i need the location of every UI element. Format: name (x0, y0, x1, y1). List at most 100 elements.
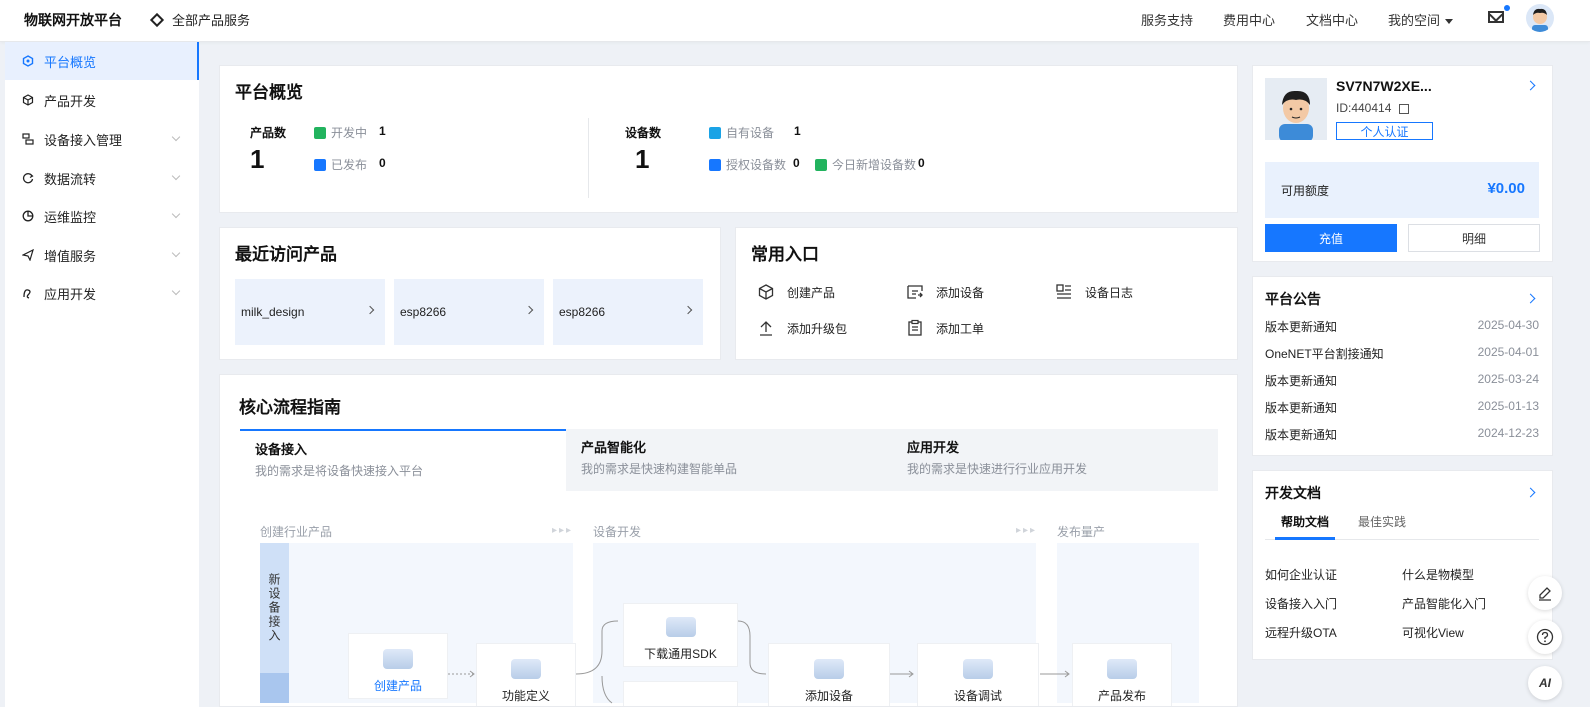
tab-app-dev[interactable]: 应用开发 我的需求是快速进行行业应用开发 (892, 429, 1218, 491)
sidebar-item-product-dev[interactable]: 产品开发 (5, 81, 199, 119)
chevron-right-icon (365, 305, 375, 315)
add-upgrade-package-shortcut[interactable]: 添加升级包 (757, 319, 847, 337)
doc-link[interactable]: 可视化View (1402, 624, 1464, 641)
personal-verify-button[interactable]: 个人认证 (1336, 122, 1433, 140)
doc-link[interactable]: 远程升级OTA (1265, 624, 1337, 641)
new-today-label: 今日新增设备数 (815, 156, 916, 173)
edit-icon (1539, 587, 1551, 601)
sidebar-item-app-dev[interactable]: 应用开发 (5, 274, 199, 312)
sidebar-item-overview[interactable]: 平台概览 (5, 42, 199, 80)
flow-node-device-debug[interactable]: 设备调试 (917, 643, 1039, 706)
chevron-right-icon[interactable] (1525, 487, 1536, 498)
own-devices-label: 自有设备 (709, 124, 774, 141)
flow-node-create-product[interactable]: 创建产品 (348, 633, 448, 699)
service-support-link[interactable]: 服务支持 (1141, 10, 1193, 29)
auth-devices-label: 授权设备数 (709, 156, 786, 173)
developing-label: 开发中 (314, 124, 367, 141)
notification-dot (1504, 5, 1510, 11)
chevron-down-icon (171, 171, 181, 181)
tab-best-practice[interactable]: 最佳实践 (1358, 513, 1406, 530)
notice-item[interactable]: OneNET平台割接通知 2025-04-01 (1265, 345, 1539, 362)
sidebar-item-device-access[interactable]: 设备接入管理 (5, 120, 199, 158)
developing-icon (314, 126, 326, 139)
overview-card: 平台概览 产品数 1 开发中 1 已发布 0 设备数 1 自有设备 1 授权设备… (219, 65, 1238, 213)
flow-node-function-define[interactable]: 功能定义 (476, 643, 576, 706)
cube-icon (1107, 659, 1137, 679)
sidebar-item-value-added[interactable]: 增值服务 (5, 236, 199, 274)
all-products-menu[interactable]: 全部产品服务 (149, 10, 251, 29)
doc-link[interactable]: 什么是物模型 (1402, 566, 1474, 583)
tab-device-access[interactable]: 设备接入 我的需求是将设备快速接入平台 (240, 429, 566, 491)
sidebar-item-label: 应用开发 (44, 286, 97, 302)
published-value: 0 (379, 156, 386, 170)
flow-node-add-device[interactable]: 添加设备 (768, 643, 890, 706)
my-space-menu[interactable]: 我的空间 (1388, 10, 1454, 29)
core-flow-tabs: 设备接入 我的需求是将设备快速接入平台 产品智能化 我的需求是快速构建智能单品 … (240, 429, 1218, 491)
user-id: ID:440414 (1336, 101, 1409, 115)
sidebar-item-label: 平台概览 (44, 54, 97, 70)
balance-panel: 可用额度 ¥0.00 (1265, 162, 1539, 218)
chevron-down-icon (171, 209, 181, 219)
flow-node-partial[interactable] (623, 681, 738, 706)
chevron-right-icon (683, 305, 693, 315)
flow-icon (22, 173, 34, 184)
device-count-label: 设备数 (625, 126, 662, 140)
sidebar-item-label: 数据流转 (44, 171, 97, 187)
own-devices-value: 1 (794, 124, 801, 138)
recent-product-item[interactable]: milk_design (235, 279, 385, 345)
sidebar-item-label: 产品开发 (44, 93, 97, 109)
copy-icon[interactable] (1398, 103, 1409, 114)
flow-node-product-publish[interactable]: 产品发布 (1072, 643, 1172, 706)
cube-icon (963, 659, 993, 679)
billing-center-link[interactable]: 费用中心 (1223, 10, 1275, 29)
edit-float-button[interactable] (1528, 576, 1562, 610)
create-product-shortcut[interactable]: 创建产品 (757, 283, 835, 301)
doc-link[interactable]: 设备接入入门 (1265, 595, 1337, 612)
detail-button[interactable]: 明细 (1408, 224, 1540, 252)
brand-title[interactable]: 物联网开放平台 (24, 10, 122, 30)
user-avatar[interactable] (1526, 4, 1554, 32)
sidebar-item-label: 设备接入管理 (44, 132, 123, 148)
sdk-icon (665, 617, 696, 637)
sidebar: 平台概览 产品开发 设备接入管理 数据流转 运维监控 增值服务 应用开发 (5, 42, 199, 707)
my-space-label: 我的空间 (1388, 13, 1441, 28)
ai-float-button[interactable]: AI (1528, 666, 1562, 700)
tab-help-docs[interactable]: 帮助文档 (1281, 513, 1329, 530)
sidebar-item-monitoring[interactable]: 运维监控 (5, 197, 199, 235)
all-products-label: 全部产品服务 (172, 13, 251, 28)
chevron-right-icon[interactable] (1525, 293, 1536, 304)
account-card: SV7N7W2XE... ID:440414 个人认证 可用额度 ¥0.00 充… (1252, 65, 1553, 262)
tab-indicator (1275, 537, 1335, 540)
doc-link[interactable]: 产品智能化入门 (1402, 595, 1486, 612)
overview-title: 平台概览 (235, 83, 303, 102)
flow-node-download-sdk[interactable]: 下载通用SDK (623, 603, 738, 667)
product-count-label: 产品数 (250, 126, 287, 140)
notice-item[interactable]: 版本更新通知 2025-01-13 (1265, 399, 1539, 416)
docs-center-link[interactable]: 文档中心 (1306, 10, 1358, 29)
core-flow-title: 核心流程指南 (239, 398, 341, 417)
shortcuts-title: 常用入口 (751, 245, 819, 264)
notice-item[interactable]: 版本更新通知 2025-04-30 (1265, 318, 1539, 335)
sidebar-item-data-flow[interactable]: 数据流转 (5, 159, 199, 197)
notice-item[interactable]: 版本更新通知 2025-03-24 (1265, 372, 1539, 389)
diamond-icon (149, 12, 165, 27)
recharge-button[interactable]: 充值 (1265, 224, 1397, 252)
doc-link[interactable]: 如何企业认证 (1265, 566, 1337, 583)
cube-icon (383, 649, 413, 669)
hexagon-icon (22, 55, 34, 67)
notice-item[interactable]: 版本更新通知 2024-12-23 (1265, 426, 1539, 443)
add-device-shortcut[interactable]: 添加设备 (906, 283, 984, 301)
own-devices-icon (709, 126, 721, 139)
ai-label: AI (1539, 676, 1551, 690)
add-ticket-shortcut[interactable]: 添加工单 (906, 319, 984, 337)
tab-product-smart[interactable]: 产品智能化 我的需求是快速构建智能单品 (566, 429, 892, 491)
mail-icon[interactable] (1488, 11, 1504, 23)
recent-products-title: 最近访问产品 (235, 245, 337, 264)
recent-product-item[interactable]: esp8266 (553, 279, 703, 345)
docs-card: 开发文档 帮助文档 最佳实践 如何企业认证 什么是物模型 设备接入入门 产品智能… (1252, 470, 1553, 660)
recent-product-item[interactable]: esp8266 (394, 279, 544, 345)
chevron-right-icon[interactable] (1525, 80, 1536, 91)
help-float-button[interactable] (1528, 620, 1562, 654)
device-log-shortcut[interactable]: 设备日志 (1055, 283, 1133, 301)
chevron-down-icon (171, 286, 181, 296)
